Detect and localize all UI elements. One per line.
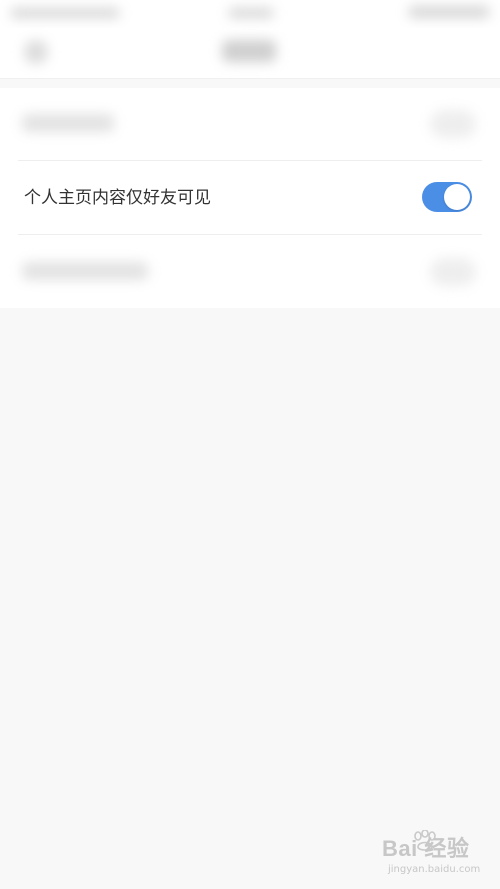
toggle-knob bbox=[444, 184, 470, 210]
friends-only-label: 个人主页内容仅好友可见 bbox=[24, 188, 211, 208]
status-right-blurred bbox=[408, 6, 490, 18]
row-divider bbox=[18, 234, 482, 235]
settings-label-blurred bbox=[22, 114, 114, 132]
settings-control-blurred[interactable] bbox=[430, 258, 476, 286]
settings-label-blurred bbox=[22, 262, 148, 280]
friends-only-toggle[interactable] bbox=[422, 182, 472, 212]
settings-row-blurred-2[interactable] bbox=[0, 236, 500, 308]
watermark-url: jingyan.baidu.com bbox=[388, 864, 481, 875]
watermark: Bai 经验 jingyan.baidu.com bbox=[382, 830, 494, 880]
status-left-blurred bbox=[10, 8, 120, 18]
nav-bar bbox=[0, 28, 500, 79]
settings-row-friends-only[interactable]: 个人主页内容仅好友可见 bbox=[0, 162, 500, 234]
page-title-blurred bbox=[222, 40, 276, 62]
status-center-blurred bbox=[228, 8, 274, 18]
settings-row-blurred-1[interactable] bbox=[0, 88, 500, 160]
watermark-brand: Bai 经验 bbox=[382, 836, 470, 861]
status-bar bbox=[0, 0, 500, 28]
settings-control-blurred[interactable] bbox=[430, 110, 476, 138]
row-divider bbox=[18, 160, 482, 161]
back-icon[interactable] bbox=[24, 40, 48, 64]
app-screen: 个人主页内容仅好友可见 Bai 经验 jingyan.baidu.com bbox=[0, 0, 500, 889]
settings-list: 个人主页内容仅好友可见 bbox=[0, 88, 500, 308]
